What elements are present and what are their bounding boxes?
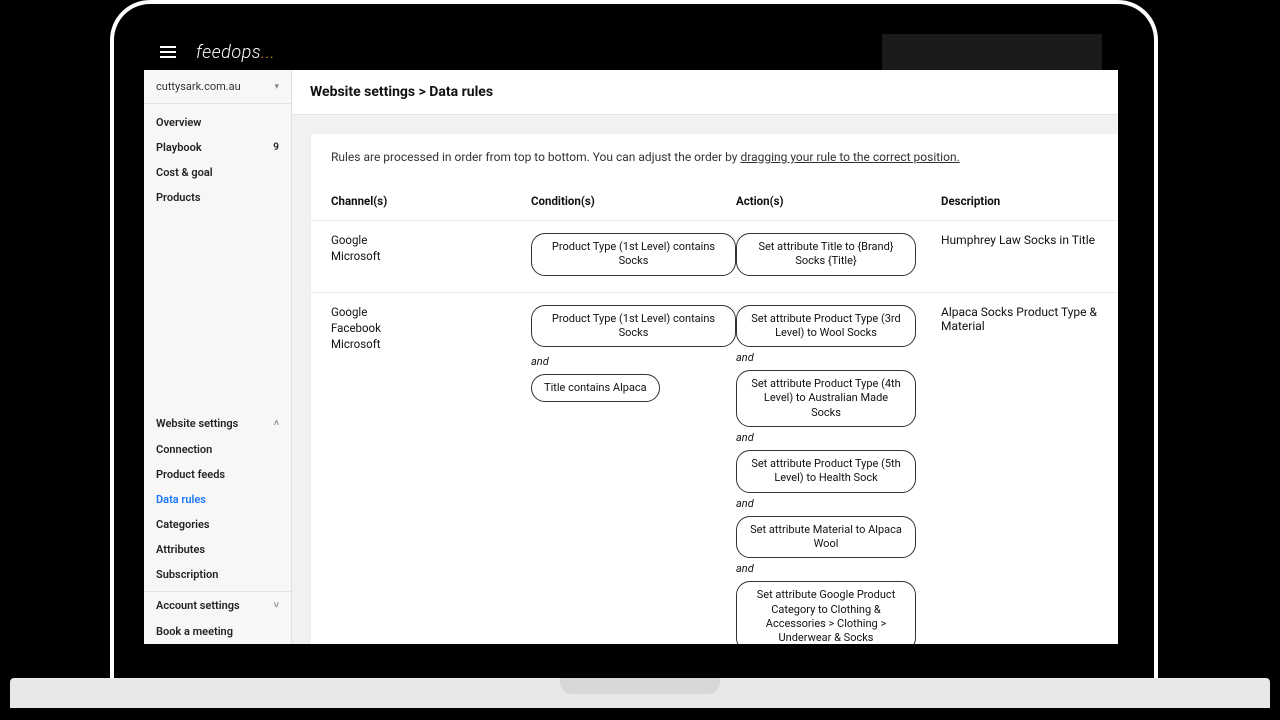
channel-label: Google [331,305,531,319]
sidebar-item-label: Products [156,191,201,204]
nav-primary: Overview Playbook 9 Cost & goal Products [144,104,291,216]
cell-channels: Google Microsoft [331,233,531,265]
channel-label: Microsoft [331,337,531,351]
cell-conditions: Product Type (1st Level) contains Socks a… [531,305,736,407]
device-frame: feedops... cuttysark.com.au ▾ Overview Pl… [110,0,1158,678]
sidebar-item-subscription[interactable]: Subscription [144,562,291,587]
sidebar-item-playbook[interactable]: Playbook 9 [144,135,291,160]
content-panel: Rules are processed in order from top to… [310,133,1118,644]
action-pill[interactable]: Set attribute Product Type (4th Level) t… [736,370,916,427]
sidebar-item-cost-goal[interactable]: Cost & goal [144,160,291,185]
sidebar-item-overview[interactable]: Overview [144,110,291,135]
action-pill[interactable]: Set attribute Product Type (5th Level) t… [736,450,916,493]
chevron-down-icon: ▾ [274,82,279,92]
and-label: and [736,351,941,364]
badge: 9 [273,142,279,153]
intro-drag-link: dragging your rule to the correct positi… [740,150,959,164]
chevron-down-icon: ˅ [274,600,279,611]
condition-pill[interactable]: Title contains Alpaca [531,374,660,402]
and-label: and [736,562,941,575]
logo: feedops... [196,42,275,63]
th-channels: Channel(s) [331,194,531,208]
sidebar: cuttysark.com.au ▾ Overview Playbook 9 Cost… [144,70,292,644]
app-screen: feedops... cuttysark.com.au ▾ Overview Pl… [144,34,1118,644]
breadcrumb: Website settings > Data rules [292,70,1118,115]
sidebar-item-label: Overview [156,116,201,129]
sidebar-item-connection[interactable]: Connection [144,437,291,462]
and-label: and [736,431,941,444]
table-row[interactable]: Google MicrosoftProduct Type (1st Level) … [311,220,1118,292]
nav-head-label: Website settings [156,417,238,430]
th-description: Description [941,194,1098,208]
channel-label: Microsoft [331,249,531,263]
sidebar-item-categories[interactable]: Categories [144,512,291,537]
sidebar-item-attributes[interactable]: Attributes [144,537,291,562]
sidebar-item-label: Cost & goal [156,166,213,179]
channel-label: Google [331,233,531,247]
action-pill[interactable]: Set attribute Google Product Category to… [736,581,916,644]
main: Website settings > Data rules Rules are … [292,70,1118,644]
logo-text: feedops [196,42,261,63]
cell-description: Alpaca Socks Product Type & Material [941,305,1098,333]
channel-label: Facebook [331,321,531,335]
menu-icon[interactable] [160,46,176,58]
action-pill[interactable]: Set attribute Title to {Brand} Socks {Ti… [736,233,916,276]
table-header: Channel(s) Condition(s) Action(s) Descri… [311,194,1118,220]
cell-actions: Set attribute Product Type (3rd Level) t… [736,305,941,644]
cell-actions: Set attribute Title to {Brand} Socks {Ti… [736,233,941,280]
nav-head-label: Account settings [156,599,240,612]
cell-description: Humphrey Law Socks in Title [941,233,1098,247]
nav-website-settings: Website settings ˄ ConnectionProduct fee… [144,406,291,591]
chevron-up-icon: ˄ [274,418,279,429]
sidebar-item-website-settings[interactable]: Website settings ˄ [144,410,291,437]
and-label: and [531,355,736,368]
cell-conditions: Product Type (1st Level) contains Socks [531,233,736,280]
intro-text: Rules are processed in order from top to… [311,134,1118,194]
sidebar-item-product-feeds[interactable]: Product feeds [144,462,291,487]
table-row[interactable]: Google Facebook MicrosoftProduct Type (1st… [311,292,1118,644]
sidebar-item-book-meeting[interactable]: Book a meeting [144,619,291,644]
rules-table: Channel(s) Condition(s) Action(s) Descri… [311,194,1118,644]
logo-dots: ... [261,42,275,63]
condition-pill[interactable]: Product Type (1st Level) contains Socks [531,233,736,276]
sidebar-item-account-settings[interactable]: Account settings ˅ [144,591,291,619]
app-body: cuttysark.com.au ▾ Overview Playbook 9 Cost… [144,70,1118,644]
sidebar-item-products[interactable]: Products [144,185,291,210]
th-actions: Action(s) [736,194,941,208]
action-pill[interactable]: Set attribute Material to Alpaca Wool [736,516,916,559]
and-label: and [736,497,941,510]
intro-prefix: Rules are processed in order from top to… [331,150,740,164]
topbar: feedops... [144,34,1118,70]
site-selector-label: cuttysark.com.au [156,80,241,93]
site-selector[interactable]: cuttysark.com.au ▾ [144,70,291,104]
condition-pill[interactable]: Product Type (1st Level) contains Socks [531,305,736,348]
sidebar-item-data-rules[interactable]: Data rules [144,487,291,512]
topbar-right-slot [882,34,1102,70]
sidebar-item-label: Playbook [156,141,202,154]
th-conditions: Condition(s) [531,194,736,208]
device-notch [560,678,720,694]
cell-channels: Google Facebook Microsoft [331,305,531,353]
action-pill[interactable]: Set attribute Product Type (3rd Level) t… [736,305,916,348]
